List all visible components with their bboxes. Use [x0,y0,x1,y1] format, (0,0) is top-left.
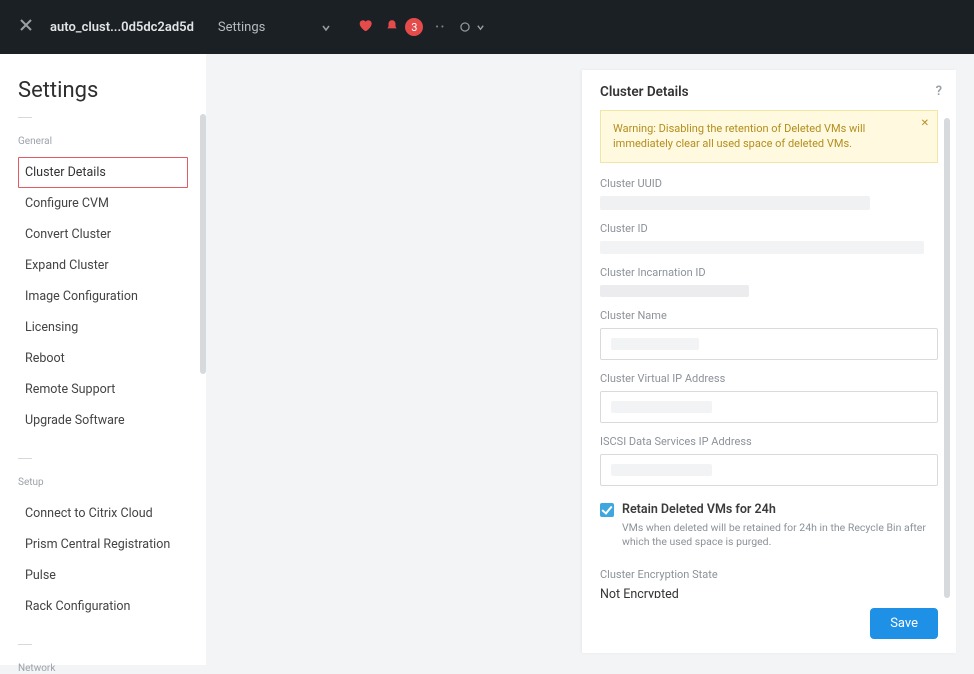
panel-title: Cluster Details [600,84,689,100]
value-incarnation-id [600,285,749,297]
bell-icon[interactable] [385,18,399,37]
sidebar-item-rack-config[interactable]: Rack Configuration [18,591,188,622]
input-cluster-name[interactable] [600,328,938,360]
cluster-details-panel: Cluster Details ? Warning: Disabling the… [582,70,956,653]
retain-vms-label: Retain Deleted VMs for 24h [622,502,776,517]
retain-vms-row: Retain Deleted VMs for 24h [600,502,938,517]
sidebar-item-upgrade-software[interactable]: Upgrade Software [18,405,188,436]
nav-list-setup: Connect to Citrix Cloud Prism Central Re… [18,498,188,622]
close-icon[interactable] [18,17,34,37]
sidebar-item-pulse[interactable]: Pulse [18,560,188,591]
label-incarnation-id: Cluster Incarnation ID [600,266,938,279]
warning-close-icon[interactable]: ✕ [921,117,929,131]
sidebar-item-configure-cvm[interactable]: Configure CVM [18,188,188,219]
sidebar-item-remote-support[interactable]: Remote Support [18,374,188,405]
sidebar-item-reboot[interactable]: Reboot [18,343,188,374]
page-title: Settings [18,78,188,103]
section-label-general: General [18,136,188,147]
top-bar: auto_clust...0d5dc2ad5d Settings 3 •• [0,0,974,54]
label-encryption-state: Cluster Encryption State [600,568,938,581]
divider [18,458,32,459]
alert-count-badge[interactable]: 3 [405,18,423,36]
divider [18,117,32,118]
heart-icon[interactable] [357,17,373,37]
divider [18,644,32,645]
sidebar-item-connect-citrix[interactable]: Connect to Citrix Cloud [18,498,188,529]
label-cluster-uuid: Cluster UUID [600,177,938,190]
panel-footer: Save [582,598,956,653]
panel-scrollbar[interactable] [944,118,950,598]
label-cluster-name: Cluster Name [600,309,938,322]
more-dots-icon[interactable]: •• [435,22,446,33]
value-cluster-uuid [600,196,870,210]
panel-header: Cluster Details ? [582,70,956,110]
settings-sidebar: Settings General Cluster Details Configu… [0,54,206,665]
section-label-setup: Setup [18,477,188,488]
label-virtual-ip: Cluster Virtual IP Address [600,372,938,385]
sidebar-item-convert-cluster[interactable]: Convert Cluster [18,219,188,250]
save-button[interactable]: Save [870,608,938,639]
warning-text: Warning: Disabling the retention of Dele… [613,122,865,150]
topbar-icon-group: 3 •• [357,17,485,37]
label-iscsi-ip: ISCSI Data Services IP Address [600,435,938,448]
sidebar-item-expand-cluster[interactable]: Expand Cluster [18,250,188,281]
value-cluster-id [600,241,924,254]
sidebar-item-cluster-details[interactable]: Cluster Details [18,157,188,188]
value-encryption-state: Not Encrypted [600,587,938,598]
sidebar-item-licensing[interactable]: Licensing [18,312,188,343]
gear-dropdown[interactable] [458,20,485,34]
help-icon[interactable]: ? [936,84,942,99]
panel-body: Warning: Disabling the retention of Dele… [582,110,956,598]
retain-vms-checkbox[interactable] [600,503,614,517]
chevron-down-icon[interactable] [321,18,331,37]
warning-banner: Warning: Disabling the retention of Dele… [600,110,938,163]
input-iscsi-ip[interactable] [600,454,938,486]
cluster-name-crumb[interactable]: auto_clust...0d5dc2ad5d [50,20,194,35]
sidebar-item-prism-central[interactable]: Prism Central Registration [18,529,188,560]
label-cluster-id: Cluster ID [600,222,938,235]
input-virtual-ip[interactable] [600,391,938,423]
content-area: Cluster Details ? Warning: Disabling the… [206,54,974,665]
retain-vms-description: VMs when deleted will be retained for 24… [622,521,938,550]
sidebar-item-image-configuration[interactable]: Image Configuration [18,281,188,312]
breadcrumb-settings[interactable]: Settings [218,20,265,35]
nav-list-general: Cluster Details Configure CVM Convert Cl… [18,157,188,436]
